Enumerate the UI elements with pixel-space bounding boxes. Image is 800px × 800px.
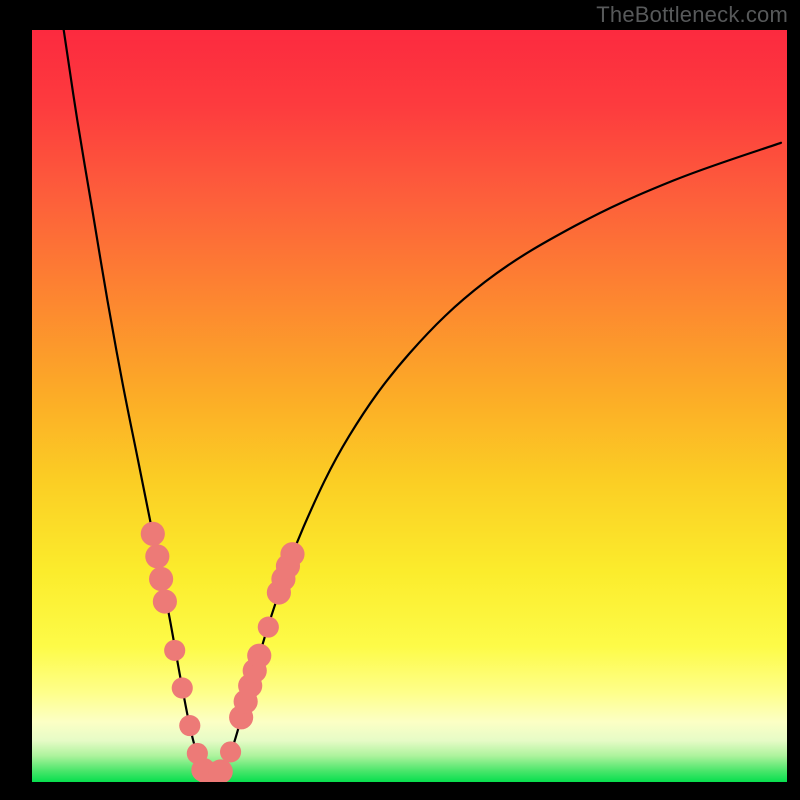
bottleneck-curve [64,30,781,776]
highlight-dot [172,677,193,698]
watermark-text: TheBottleneck.com [596,2,788,28]
highlight-dot [153,589,177,613]
highlight-dot [179,715,200,736]
highlight-dot [164,640,185,661]
highlight-dot [149,567,173,591]
plot-area [32,30,787,782]
highlight-dot [258,617,279,638]
highlight-dot [141,522,165,546]
highlight-dot [280,542,304,566]
chart-svg [32,30,787,782]
highlight-dot [247,644,271,668]
highlight-dot [220,741,241,762]
chart-frame: TheBottleneck.com [0,0,800,800]
highlight-dot [145,544,169,568]
